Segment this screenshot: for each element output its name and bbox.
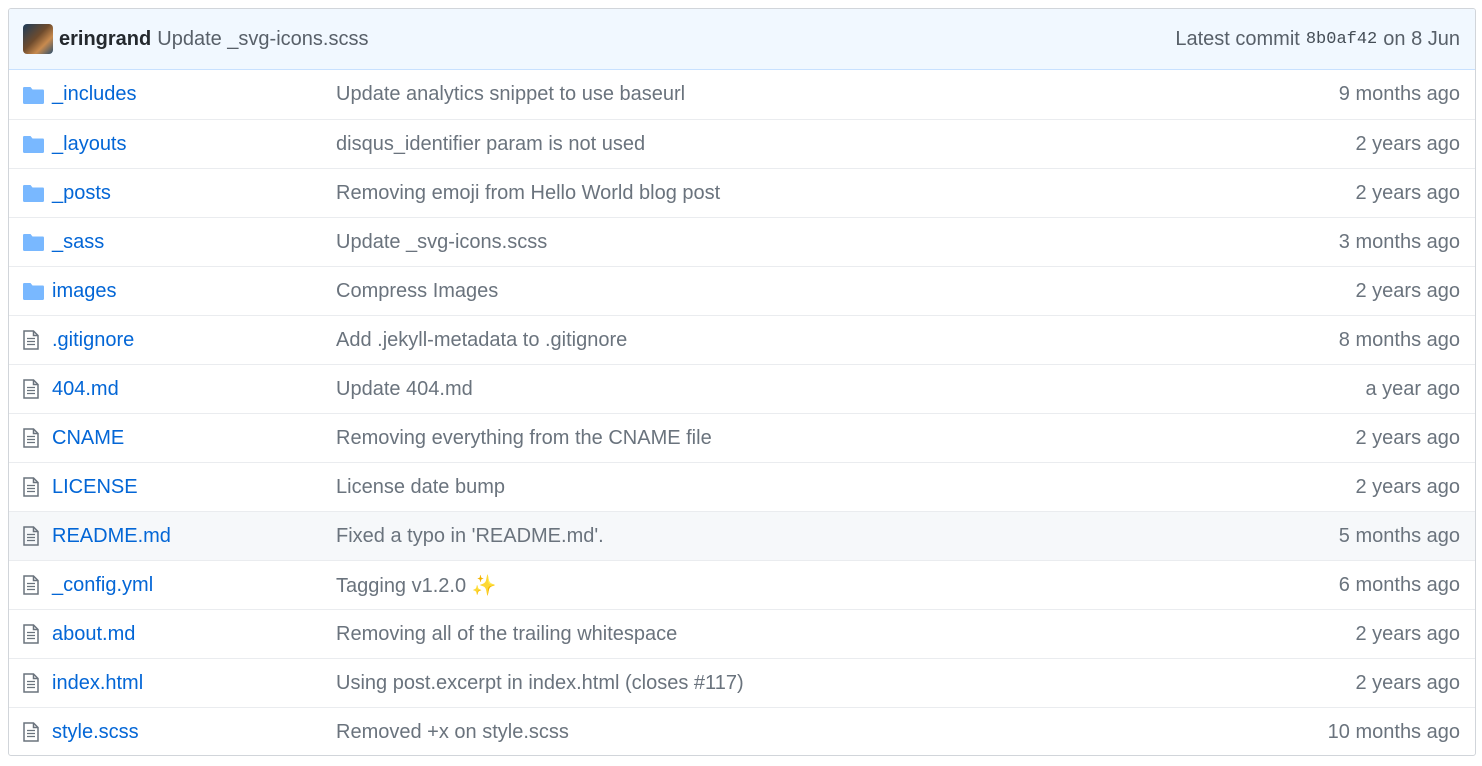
file-icon xyxy=(23,428,52,448)
file-commit-message[interactable]: Removing emoji from Hello World blog pos… xyxy=(336,182,1355,205)
file-commit-age: 2 years ago xyxy=(1355,475,1460,498)
file-commit-age: 5 months ago xyxy=(1338,524,1460,547)
file-name-link[interactable]: images xyxy=(52,280,336,303)
file-row[interactable]: about.md Removing all of the trailing whi… xyxy=(9,609,1475,658)
file-commit-age: 2 years ago xyxy=(1355,181,1460,204)
file-browser: eringrand Update _svg-icons.scss Latest … xyxy=(8,8,1476,756)
file-commit-age: 6 months ago xyxy=(1338,573,1460,596)
file-list: _includes Update analytics snippet to use… xyxy=(9,70,1475,755)
file-commit-message[interactable]: Tagging v1.2.0 ✨ xyxy=(336,573,1339,598)
file-icon xyxy=(23,722,52,742)
latest-commit-label: Latest commit xyxy=(1175,27,1300,50)
file-row[interactable]: _includes Update analytics snippet to use… xyxy=(9,70,1475,119)
file-commit-age: 2 years ago xyxy=(1355,279,1460,302)
file-commit-message[interactable]: Update analytics snippet to use baseurl xyxy=(336,83,1339,106)
commit-message[interactable]: Update _svg-icons.scss xyxy=(157,28,368,51)
file-row[interactable]: index.html Using post.excerpt in index.ht… xyxy=(9,658,1475,707)
file-icon xyxy=(23,330,52,350)
file-icon xyxy=(23,624,52,644)
file-icon xyxy=(23,379,52,399)
file-name-link[interactable]: _sass xyxy=(52,231,336,254)
latest-commit-bar: eringrand Update _svg-icons.scss Latest … xyxy=(9,9,1475,70)
file-commit-message[interactable]: Fixed a typo in 'README.md'. xyxy=(336,525,1339,548)
commit-sha[interactable]: 8b0af42 xyxy=(1306,30,1377,49)
file-row[interactable]: LICENSE License date bump 2 years ago xyxy=(9,462,1475,511)
file-icon xyxy=(23,575,52,595)
file-name-link[interactable]: _config.yml xyxy=(52,574,336,597)
folder-icon xyxy=(23,135,52,153)
file-name-link[interactable]: _includes xyxy=(52,83,336,106)
file-commit-message[interactable]: Removed +x on style.scss xyxy=(336,721,1328,744)
file-name-link[interactable]: 404.md xyxy=(52,378,336,401)
file-commit-message[interactable]: Removing all of the trailing whitespace xyxy=(336,623,1355,646)
file-commit-message[interactable]: Add .jekyll-metadata to .gitignore xyxy=(336,329,1339,352)
file-name-link[interactable]: CNAME xyxy=(52,427,336,450)
file-commit-age: 2 years ago xyxy=(1355,132,1460,155)
file-icon xyxy=(23,673,52,693)
file-row[interactable]: _layouts disqus_identifier param is not u… xyxy=(9,119,1475,168)
folder-icon xyxy=(23,184,52,202)
file-name-link[interactable]: _layouts xyxy=(52,133,336,156)
commit-date: on 8 Jun xyxy=(1383,27,1460,50)
file-row[interactable]: .gitignore Add .jekyll-metadata to .gitig… xyxy=(9,315,1475,364)
file-commit-message[interactable]: Update _svg-icons.scss xyxy=(336,231,1339,254)
file-commit-age: 2 years ago xyxy=(1355,671,1460,694)
file-row[interactable]: CNAME Removing everything from the CNAME … xyxy=(9,413,1475,462)
file-commit-age: 2 years ago xyxy=(1355,426,1460,449)
file-row[interactable]: images Compress Images 2 years ago xyxy=(9,266,1475,315)
file-name-link[interactable]: index.html xyxy=(52,672,336,695)
folder-icon xyxy=(23,233,52,251)
file-name-link[interactable]: _posts xyxy=(52,182,336,205)
file-name-link[interactable]: style.scss xyxy=(52,721,336,744)
file-name-link[interactable]: README.md xyxy=(52,525,336,548)
file-commit-message[interactable]: disqus_identifier param is not used xyxy=(336,133,1355,156)
file-commit-age: 8 months ago xyxy=(1338,328,1460,351)
file-commit-message[interactable]: Update 404.md xyxy=(336,378,1365,401)
file-row[interactable]: README.md Fixed a typo in 'README.md'. 5 m… xyxy=(9,511,1475,560)
file-commit-message[interactable]: Using post.excerpt in index.html (closes… xyxy=(336,672,1355,695)
file-row[interactable]: _posts Removing emoji from Hello World bl… xyxy=(9,168,1475,217)
file-row[interactable]: style.scss Removed +x on style.scss 10 mon… xyxy=(9,707,1475,755)
file-name-link[interactable]: .gitignore xyxy=(52,329,336,352)
file-commit-message[interactable]: License date bump xyxy=(336,476,1355,499)
file-row[interactable]: 404.md Update 404.md a year ago xyxy=(9,364,1475,413)
file-commit-message[interactable]: Removing everything from the CNAME file xyxy=(336,427,1355,450)
file-commit-age: 10 months ago xyxy=(1327,720,1460,743)
file-name-link[interactable]: about.md xyxy=(52,623,336,646)
file-commit-message[interactable]: Compress Images xyxy=(336,280,1355,303)
file-row[interactable]: _sass Update _svg-icons.scss 3 months ago xyxy=(9,217,1475,266)
file-commit-age: 3 months ago xyxy=(1338,230,1460,253)
file-commit-age: 2 years ago xyxy=(1355,622,1460,645)
file-icon xyxy=(23,526,52,546)
commit-author[interactable]: eringrand xyxy=(59,28,151,51)
file-commit-age: 9 months ago xyxy=(1338,83,1460,105)
folder-icon xyxy=(23,86,52,104)
file-icon xyxy=(23,477,52,497)
avatar[interactable] xyxy=(23,24,53,54)
file-commit-age: a year ago xyxy=(1365,377,1460,400)
file-name-link[interactable]: LICENSE xyxy=(52,476,336,499)
folder-icon xyxy=(23,282,52,300)
file-row[interactable]: _config.yml Tagging v1.2.0 ✨ 6 months ago xyxy=(9,560,1475,609)
